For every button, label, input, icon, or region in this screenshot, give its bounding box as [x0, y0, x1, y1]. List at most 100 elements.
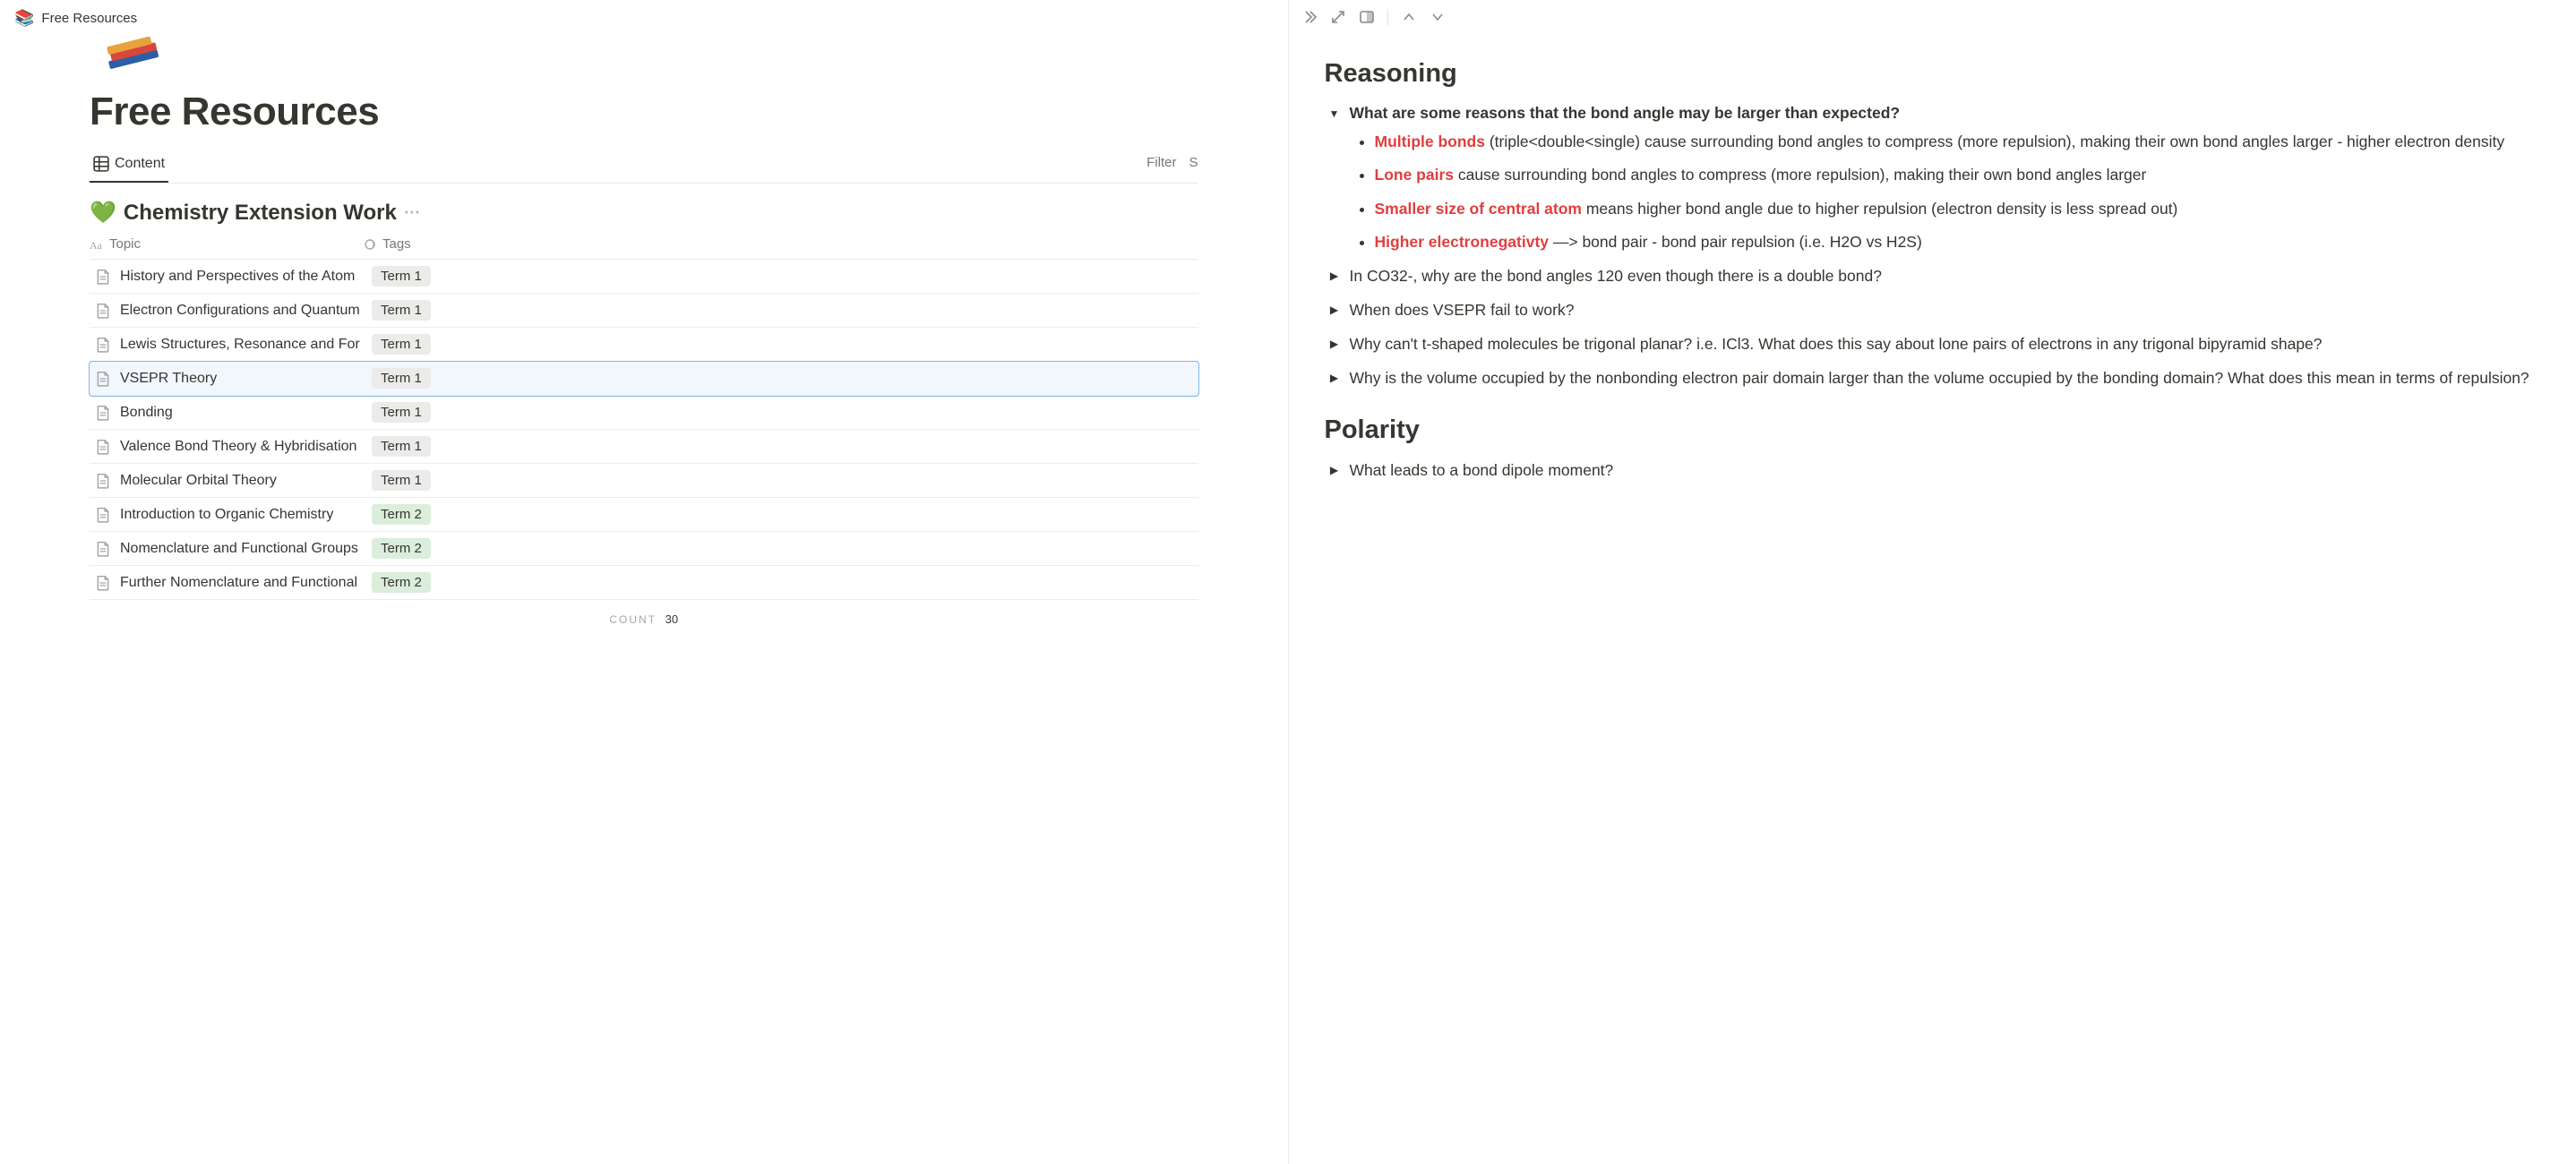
cell-topic: Introduction to Organic Chemistry [90, 507, 363, 523]
breadcrumb[interactable]: 📚 Free Resources [0, 0, 1288, 37]
cell-tags: Term 1 [363, 470, 431, 491]
close-peek-icon[interactable] [1301, 9, 1318, 25]
toggle-q2-head[interactable]: ▶ In CO32-, why are the bond angles 120 … [1325, 263, 2541, 288]
heart-icon: 💚 [90, 200, 116, 226]
cell-tags: Term 2 [363, 538, 431, 559]
table-rows: History and Perspectives of the Atom Term… [90, 260, 1198, 600]
toggle-q3-head[interactable]: ▶ When does VSEPR fail to work? [1325, 297, 2541, 322]
right-pane: Reasoning ▼ What are some reasons that t… [1288, 0, 2576, 1164]
cell-tags: Term 1 [363, 402, 431, 423]
triangle-right-icon: ▶ [1325, 458, 1344, 479]
triangle-right-icon: ▶ [1325, 297, 1344, 319]
keyword: Lone pairs [1375, 166, 1455, 184]
view-tabs: Content Filter S [90, 150, 1198, 184]
triangle-right-icon: ▶ [1325, 263, 1344, 285]
page-icon [95, 575, 111, 591]
column-tags[interactable]: Tags [363, 236, 411, 252]
heading-reasoning: Reasoning [1325, 59, 2541, 89]
row-title: Electron Configurations and Quantum [120, 303, 360, 319]
cell-topic: Nomenclature and Functional Groups [90, 541, 363, 557]
page-icon [95, 337, 111, 353]
table-row[interactable]: Bonding Term 1 [90, 396, 1198, 430]
row-title: Introduction to Organic Chemistry [120, 507, 333, 523]
row-title: Molecular Orbital Theory [120, 473, 277, 489]
tag-pill: Term 1 [372, 436, 431, 457]
row-title: Valence Bond Theory & Hybridisation [120, 439, 356, 455]
cell-topic: History and Perspectives of the Atom [90, 269, 363, 285]
detail-content: Reasoning ▼ What are some reasons that t… [1289, 34, 2576, 1159]
bullet-item: Multiple bonds (triple<double<single) ca… [1375, 130, 2541, 154]
filter-button[interactable]: Filter [1146, 155, 1176, 170]
page-icon [95, 439, 111, 455]
table-row[interactable]: History and Perspectives of the Atom Term… [90, 260, 1198, 294]
keyword: Smaller size of central atom [1375, 200, 1582, 218]
toggle-q4-head[interactable]: ▶ Why can't t-shaped molecules be trigon… [1325, 331, 2541, 356]
peek-toolbar [1289, 0, 2576, 34]
triangle-right-icon: ▶ [1325, 331, 1344, 353]
cell-tags: Term 1 [363, 436, 431, 457]
tag-pill: Term 2 [372, 572, 431, 593]
row-title: Nomenclature and Functional Groups [120, 541, 358, 557]
group-header[interactable]: 💚 Chemistry Extension Work ⋯ [90, 200, 1198, 226]
cell-tags: Term 1 [363, 368, 431, 389]
toggle-q2: ▶ In CO32-, why are the bond angles 120 … [1325, 263, 2541, 288]
keyword: Higher electronegativty [1375, 233, 1550, 251]
toggle-q4: ▶ Why can't t-shaped molecules be trigon… [1325, 331, 2541, 356]
page-icon [95, 541, 111, 557]
toggle-p1-head[interactable]: ▶ What leads to a bond dipole moment? [1325, 458, 2541, 483]
toggle-p1: ▶ What leads to a bond dipole moment? [1325, 458, 2541, 483]
prev-record-icon[interactable] [1401, 9, 1417, 25]
page-hero-icon [100, 37, 170, 73]
bullet-item: Higher electronegativty —> bond pair - b… [1375, 230, 2541, 254]
page-icon [95, 405, 111, 421]
cell-topic: Valence Bond Theory & Hybridisation [90, 439, 363, 455]
cell-tags: Term 1 [363, 266, 431, 287]
table-row[interactable]: Electron Configurations and QuantumTerm … [90, 294, 1198, 328]
table-row[interactable]: VSEPR Theory Term 1 [90, 362, 1198, 396]
table-row[interactable]: Valence Bond Theory & Hybridisation Term … [90, 430, 1198, 464]
cell-tags: Term 1 [363, 300, 431, 321]
table-row[interactable]: Further Nomenclature and Functional Term … [90, 566, 1198, 600]
cell-topic: Lewis Structures, Resonance and For [90, 337, 363, 353]
svg-text:Aa: Aa [90, 239, 103, 252]
books-icon: 📚 [14, 9, 34, 28]
group-menu-icon[interactable]: ⋯ [404, 203, 422, 222]
column-tags-label: Tags [382, 236, 411, 252]
cell-topic: Electron Configurations and Quantum [90, 303, 363, 319]
sort-button[interactable]: S [1189, 155, 1198, 170]
page-icon [95, 507, 111, 523]
expand-icon[interactable] [1330, 9, 1346, 25]
count-row: COUNT 30 [90, 600, 1198, 638]
row-title: History and Perspectives of the Atom [120, 269, 355, 285]
count-label: COUNT [609, 613, 657, 626]
triangle-down-icon: ▼ [1325, 101, 1344, 123]
toggle-q5-head[interactable]: ▶ Why is the volume occupied by the nonb… [1325, 365, 2541, 390]
toggle-q1-head[interactable]: ▼ What are some reasons that the bond an… [1325, 101, 2541, 124]
multiselect-property-icon [363, 237, 377, 252]
page-icon [95, 473, 111, 489]
tag-pill: Term 1 [372, 266, 431, 287]
row-title: Bonding [120, 405, 173, 421]
table-row[interactable]: Lewis Structures, Resonance and ForTerm … [90, 328, 1198, 362]
heading-polarity: Polarity [1325, 415, 2541, 445]
bullet-item: Lone pairs cause surrounding bond angles… [1375, 163, 2541, 187]
toggle-q3: ▶ When does VSEPR fail to work? [1325, 297, 2541, 322]
cell-topic: Molecular Orbital Theory [90, 473, 363, 489]
page-title: Free Resources [90, 90, 1198, 134]
column-topic[interactable]: Aa Topic [90, 236, 363, 252]
table-row[interactable]: Nomenclature and Functional Groups Term 2 [90, 532, 1198, 566]
toggle-q3-text: When does VSEPR fail to work? [1350, 297, 1575, 322]
toggle-q1-title: What are some reasons that the bond angl… [1350, 101, 1901, 124]
tab-content[interactable]: Content [90, 150, 168, 183]
cell-topic: VSEPR Theory [90, 371, 363, 387]
column-topic-label: Topic [109, 236, 141, 252]
next-record-icon[interactable] [1430, 9, 1446, 25]
toggle-p1-text: What leads to a bond dipole moment? [1350, 458, 1614, 483]
peek-mode-icon[interactable] [1359, 9, 1375, 25]
tag-pill: Term 1 [372, 368, 431, 389]
row-title: Further Nomenclature and Functional [120, 575, 357, 591]
table-row[interactable]: Introduction to Organic ChemistryTerm 2 [90, 498, 1198, 532]
table-row[interactable]: Molecular Orbital Theory Term 1 [90, 464, 1198, 498]
tag-pill: Term 1 [372, 470, 431, 491]
column-headers: Aa Topic Tags [90, 236, 1198, 260]
